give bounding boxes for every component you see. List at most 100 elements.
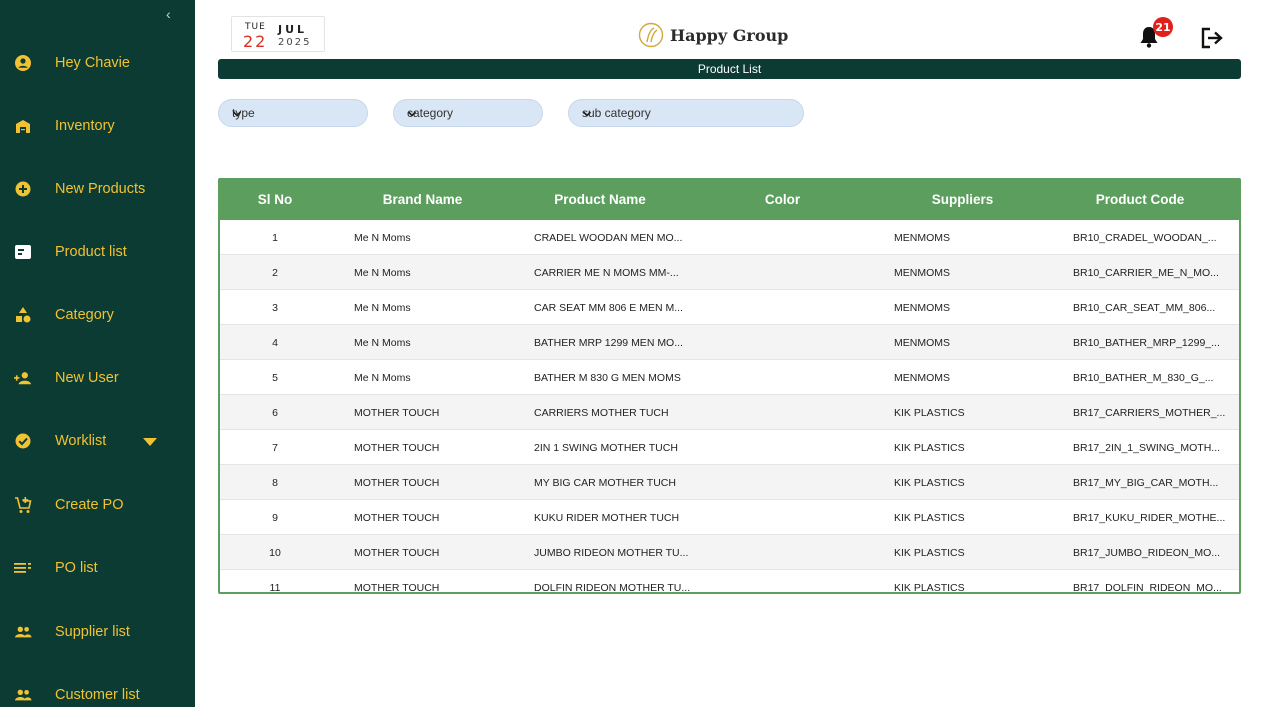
table-cell: DOLFIN RIDEON MOTHER TU... [534, 582, 691, 594]
table-cell: Me N Moms [354, 267, 411, 279]
table-row[interactable]: 9 MOTHER TOUCH KUKU RIDER MOTHER TUCH KIK P… [220, 500, 1239, 535]
chevron-down-icon [407, 108, 417, 118]
table-cell: BR10_BATHER_M_830_G_... [1073, 372, 1214, 384]
table-row[interactable]: 5 Me N Moms BATHER M 830 G MEN MOMS MENMOMS… [220, 360, 1239, 395]
product-table: Sl No Brand Name Product Name Color Supp… [218, 178, 1241, 594]
table-cell: Me N Moms [354, 337, 411, 349]
table-cell: KIK PLASTICS [894, 582, 965, 594]
brand: Happy Group [638, 22, 788, 48]
table-cell: BATHER M 830 G MEN MOMS [534, 372, 681, 384]
table-cell: MENMOMS [894, 302, 950, 314]
column-header[interactable]: Sl No [235, 192, 315, 207]
table-row[interactable]: 10 MOTHER TOUCH JUMBO RIDEON MOTHER TU... K… [220, 535, 1239, 570]
sidebar-item-po-list[interactable]: PO list [0, 548, 195, 588]
table-cell: CAR SEAT MM 806 E MEN M... [534, 302, 683, 314]
warehouse-icon [14, 117, 32, 135]
table-cell: 9 [272, 512, 278, 524]
date-number: 22 [243, 32, 268, 51]
sidebar-item-worklist[interactable]: Worklist [0, 421, 195, 461]
brand-logo-icon [638, 22, 664, 48]
table-cell: BR10_BATHER_MRP_1299_... [1073, 337, 1220, 349]
table-cell: 7 [272, 442, 278, 454]
table-cell: MY BIG CAR MOTHER TUCH [534, 477, 676, 489]
people-icon [14, 686, 32, 704]
table-cell: MOTHER TOUCH [354, 407, 440, 419]
column-header[interactable]: Brand Name [355, 192, 490, 207]
column-header[interactable]: Product Code [1065, 192, 1215, 207]
table-cell: KIK PLASTICS [894, 442, 965, 454]
sidebar-item-new-products[interactable]: New Products [0, 169, 195, 209]
table-row[interactable]: 6 MOTHER TOUCH CARRIERS MOTHER TUCH KIK PLA… [220, 395, 1239, 430]
sidebar-item-inventory[interactable]: Inventory [0, 106, 195, 146]
column-header[interactable]: Product Name [530, 192, 670, 207]
page-title: Product List [218, 59, 1241, 79]
table-cell: MOTHER TOUCH [354, 442, 440, 454]
table-cell: 6 [272, 407, 278, 419]
date-month: JUL [278, 23, 308, 36]
table-cell: BR10_CARRIER_ME_N_MO... [1073, 267, 1219, 279]
collapse-sidebar-button[interactable]: ‹ [166, 6, 171, 22]
sub-category-select[interactable]: sub category [568, 99, 804, 127]
table-cell: JUMBO RIDEON MOTHER TU... [534, 547, 689, 559]
logout-icon[interactable] [1200, 26, 1226, 50]
table-cell: BR17_DOLFIN_RIDEON_MO... [1073, 582, 1222, 594]
sidebar-item-create-po[interactable]: Create PO [0, 485, 195, 525]
table-cell: KIK PLASTICS [894, 407, 965, 419]
table-cell: MENMOMS [894, 372, 950, 384]
table-cell: KIK PLASTICS [894, 512, 965, 524]
table-cell: CARRIERS MOTHER TUCH [534, 407, 669, 419]
people-icon [14, 623, 32, 641]
plus-circle-icon [14, 180, 32, 198]
table-cell: BR17_MY_BIG_CAR_MOTH... [1073, 477, 1219, 489]
table-row[interactable]: 3 Me N Moms CAR SEAT MM 806 E MEN M... MENM… [220, 290, 1239, 325]
column-header[interactable]: Suppliers [900, 192, 1025, 207]
table-row[interactable]: 4 Me N Moms BATHER MRP 1299 MEN MO... MENMO… [220, 325, 1239, 360]
table-cell: MENMOMS [894, 232, 950, 244]
sidebar-item-label: PO list [55, 560, 98, 576]
table-row[interactable]: 2 Me N Moms CARRIER ME N MOMS MM-... MENMOM… [220, 255, 1239, 290]
table-cell: CRADEL WOODAN MEN MO... [534, 232, 683, 244]
sidebar-item-supplier-list[interactable]: Supplier list [0, 612, 195, 652]
add-user-icon [14, 369, 32, 387]
table-cell: 2 [272, 267, 278, 279]
sidebar-item-category[interactable]: Category [0, 295, 195, 335]
table-cell: Me N Moms [354, 302, 411, 314]
list-icon [14, 559, 32, 577]
table-cell: BR10_CRADEL_WOODAN_... [1073, 232, 1217, 244]
chevron-down-icon[interactable] [143, 434, 157, 449]
date-year: 2025 [278, 37, 312, 48]
sidebar: ‹ Hey Chavie Inventory New Products Prod… [0, 0, 195, 707]
column-header[interactable]: Color [740, 192, 825, 207]
sidebar-item-label: New User [55, 370, 119, 386]
table-row[interactable]: 8 MOTHER TOUCH MY BIG CAR MOTHER TUCH KIK P… [220, 465, 1239, 500]
table-row[interactable]: 7 MOTHER TOUCH 2IN 1 SWING MOTHER TUCH KIK … [220, 430, 1239, 465]
date-widget: TUE 22 JUL 2025 [231, 16, 325, 52]
user-circle-icon [14, 54, 32, 72]
table-row[interactable]: 1 Me N Moms CRADEL WOODAN MEN MO... MENMOMS… [220, 220, 1239, 255]
table-cell: 8 [272, 477, 278, 489]
sidebar-item-label: Create PO [55, 497, 124, 513]
table-cell: 5 [272, 372, 278, 384]
table-row[interactable]: 11 MOTHER TOUCH DOLFIN RIDEON MOTHER TU...… [220, 570, 1239, 594]
category-select[interactable]: category [393, 99, 543, 127]
sidebar-item-customer-list[interactable]: Customer list [0, 675, 195, 715]
table-cell: CARRIER ME N MOMS MM-... [534, 267, 679, 279]
table-cell: BR17_JUMBO_RIDEON_MO... [1073, 547, 1221, 559]
card-list-icon [14, 243, 32, 261]
category-shapes-icon [14, 306, 32, 324]
table-cell: MENMOMS [894, 267, 950, 279]
table-cell: KIK PLASTICS [894, 477, 965, 489]
sidebar-item-label: Worklist [55, 433, 107, 449]
table-cell: MOTHER TOUCH [354, 512, 440, 524]
main-content: TUE 22 JUL 2025 Happy Group 21 Product L… [195, 0, 1280, 707]
sidebar-item-new-user[interactable]: New User [0, 358, 195, 398]
table-cell: BR10_CAR_SEAT_MM_806... [1073, 302, 1216, 314]
table-cell: Me N Moms [354, 372, 411, 384]
brand-name: Happy Group [670, 25, 789, 45]
sidebar-item-label: Inventory [55, 118, 115, 134]
table-header: Sl No Brand Name Product Name Color Supp… [220, 180, 1239, 220]
sidebar-item-product-list[interactable]: Product list [0, 232, 195, 272]
sidebar-item-profile[interactable]: Hey Chavie [0, 43, 195, 83]
type-select[interactable]: type [218, 99, 368, 127]
sidebar-item-label: Category [55, 307, 114, 323]
